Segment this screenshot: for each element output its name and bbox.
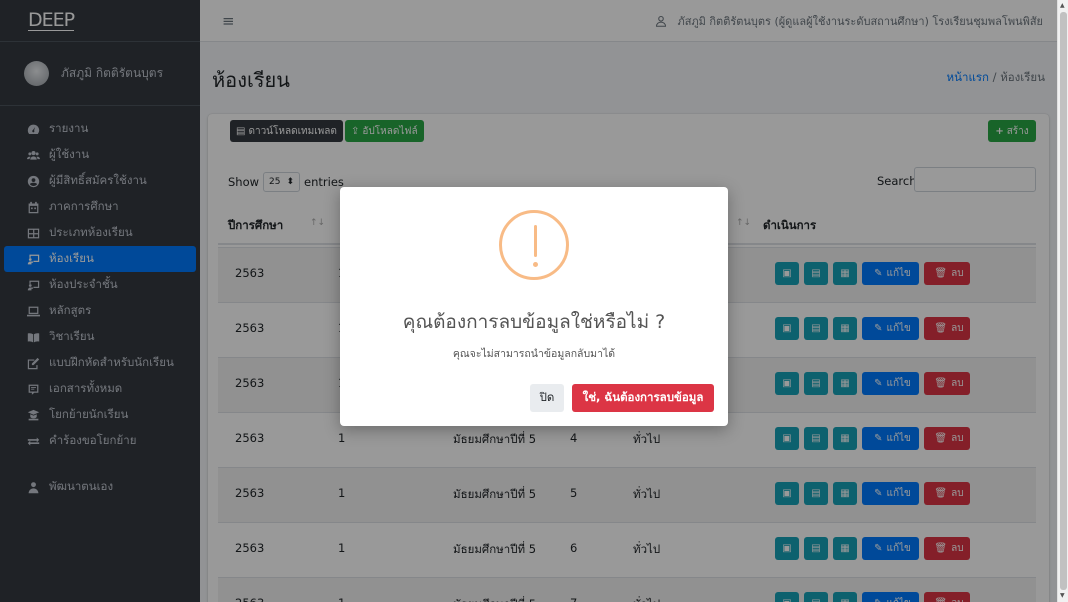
confirm-delete-dialog: คุณต้องการลบข้อมูลใช่หรือไม่ ? คุณจะไม่ส… [340,187,728,426]
close-button[interactable]: ปิด [530,384,564,412]
scroll-thumb[interactable] [1060,12,1067,590]
dialog-title: คุณต้องการลบข้อมูลใช่หรือไม่ ? [402,311,666,333]
scroll-up-icon[interactable]: ▲ [1060,2,1065,9]
scrollbar[interactable]: ▲ ▼ [1057,0,1068,602]
confirm-delete-button[interactable]: ใช่, ฉันต้องการลบข้อมูล [572,384,714,412]
scroll-down-icon[interactable]: ▼ [1060,592,1065,599]
dialog-text: คุณจะไม่สามารถนำข้อมูลกลับมาได้ [452,348,616,360]
warning-icon [499,210,569,280]
